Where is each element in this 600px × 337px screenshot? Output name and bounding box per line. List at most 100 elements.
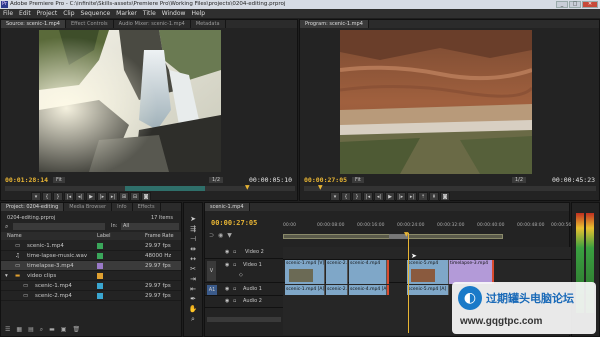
- selection-tool-icon[interactable]: ➤: [190, 215, 196, 223]
- icon-view-icon[interactable]: ▦: [16, 326, 22, 334]
- overwrite-icon[interactable]: ⊟: [130, 192, 140, 201]
- program-playhead-icon[interactable]: ▼: [318, 185, 323, 191]
- menu-project[interactable]: Project: [37, 9, 58, 18]
- step-back-icon[interactable]: ◂|: [75, 192, 85, 201]
- mark-out-bracket-icon[interactable]: }: [53, 192, 63, 201]
- label-swatch[interactable]: [97, 293, 103, 299]
- menu-help[interactable]: Help: [191, 9, 205, 18]
- list-item[interactable]: ▾ ▬ video clips: [1, 271, 181, 281]
- program-step-forward-icon[interactable]: |▸: [396, 192, 406, 201]
- expand-triangle-icon[interactable]: ▾: [5, 271, 8, 281]
- playhead-handle-icon[interactable]: ▼: [404, 232, 409, 238]
- find-icon[interactable]: ⌕: [40, 326, 43, 334]
- snap-icon[interactable]: ⊃: [209, 232, 214, 239]
- track-select-tool-icon[interactable]: ⇶: [190, 225, 196, 233]
- tab-metadata[interactable]: Metadata: [191, 20, 226, 28]
- marker-icon[interactable]: ▼: [227, 232, 232, 239]
- menu-clip[interactable]: Clip: [63, 9, 74, 18]
- tab-sequence[interactable]: scenic-1.mp4: [205, 203, 250, 211]
- slide-tool-icon[interactable]: ⇤: [190, 285, 196, 293]
- eye-icon[interactable]: ◉: [225, 249, 229, 255]
- list-item[interactable]: ▭ scenic-1.mp4 29.97 fps: [1, 241, 181, 251]
- program-video-frame[interactable]: [340, 30, 532, 174]
- speaker-icon[interactable]: ◉: [225, 286, 229, 292]
- timeline-timecode[interactable]: 00:00:27:05: [211, 219, 257, 227]
- go-to-out-icon[interactable]: ▸|: [108, 192, 118, 201]
- in-filter-dropdown[interactable]: All: [121, 223, 179, 230]
- eye-icon[interactable]: ◉: [225, 262, 229, 268]
- source-time-ruler[interactable]: ▼: [5, 185, 295, 191]
- lock-icon[interactable]: ▫: [233, 298, 236, 304]
- program-go-to-out-icon[interactable]: ▸|: [407, 192, 417, 201]
- minimize-button[interactable]: _: [556, 1, 568, 8]
- insert-icon[interactable]: ⊞: [119, 192, 129, 201]
- audio-clip[interactable]: scenic-2.: [326, 285, 348, 295]
- add-marker-icon[interactable]: ◉: [218, 232, 223, 239]
- program-mark-in-icon[interactable]: ▾: [330, 192, 340, 201]
- program-go-to-in-icon[interactable]: |◂: [363, 192, 373, 201]
- track-header-video2[interactable]: ◉ ▫ Video 2: [205, 247, 283, 259]
- slip-tool-icon[interactable]: ⇥: [190, 275, 196, 283]
- extract-icon[interactable]: ⇞: [429, 192, 439, 201]
- automate-icon[interactable]: ▤: [28, 326, 34, 334]
- label-swatch[interactable]: [97, 253, 103, 259]
- list-view-icon[interactable]: ☰: [5, 326, 10, 334]
- column-label[interactable]: Label: [97, 232, 111, 240]
- playhead-line[interactable]: [408, 233, 409, 333]
- tab-effects[interactable]: Effects: [133, 203, 161, 211]
- source-patch-v[interactable]: V: [207, 261, 216, 281]
- close-button[interactable]: ✕: [582, 1, 598, 8]
- timeline-zoom-slider[interactable]: [207, 317, 281, 322]
- program-export-frame-icon[interactable]: ◙: [440, 192, 450, 201]
- tab-effect-controls[interactable]: Effect Controls: [66, 20, 114, 28]
- zoom-tool-icon[interactable]: ⌕: [191, 315, 195, 324]
- column-name[interactable]: Name: [7, 232, 22, 240]
- lift-icon[interactable]: ⇡: [418, 192, 428, 201]
- tab-source[interactable]: Source: scenic-1.mp4: [1, 20, 66, 28]
- new-item-icon[interactable]: ▣: [61, 326, 67, 334]
- tab-program[interactable]: Program: scenic-1.mp4: [300, 20, 369, 28]
- video-clip[interactable]: scenic-2.j: [326, 260, 348, 284]
- speaker-icon[interactable]: ◉: [225, 298, 229, 304]
- timeline-ruler[interactable]: 00:00 00:00:08:00 00:00:16:00 00:00:24:0…: [283, 223, 578, 231]
- keyframe-icon[interactable]: ◇: [239, 272, 243, 278]
- mark-in-icon[interactable]: ▾: [31, 192, 41, 201]
- list-item[interactable]: ♫ time-lapse-music.wav 48000 Hz: [1, 251, 181, 261]
- audio-clip[interactable]: scenic-4.mp4 [A]: [349, 285, 387, 295]
- tab-media-browser[interactable]: Media Browser: [64, 203, 113, 211]
- label-swatch[interactable]: [97, 273, 103, 279]
- menu-window[interactable]: Window: [162, 9, 186, 18]
- list-item[interactable]: ▭ scenic-1.mp4 29.97 fps: [1, 281, 181, 291]
- maximize-button[interactable]: □: [569, 1, 581, 8]
- ripple-edit-tool-icon[interactable]: ⊣: [190, 235, 196, 243]
- list-item[interactable]: ▭ timelapse-3.mp4 29.97 fps: [1, 261, 181, 271]
- list-item[interactable]: ▭ scenic-2.mp4 29.97 fps: [1, 291, 181, 301]
- step-forward-icon[interactable]: |▸: [97, 192, 107, 201]
- menu-sequence[interactable]: Sequence: [81, 9, 111, 18]
- audio-clip[interactable]: scenic-5.mp4 [A]: [407, 285, 449, 295]
- label-swatch[interactable]: [97, 243, 103, 249]
- label-swatch[interactable]: [97, 263, 103, 269]
- source-patch-a1[interactable]: A1: [207, 285, 217, 295]
- new-bin-icon[interactable]: ▬: [49, 326, 55, 334]
- project-search-input[interactable]: [13, 223, 105, 230]
- mark-in-bracket-icon[interactable]: {: [42, 192, 52, 201]
- track-header-audio1[interactable]: A1 ◉ ▫ Audio 1: [205, 284, 283, 296]
- program-play-icon[interactable]: ▶: [385, 192, 395, 201]
- hand-tool-icon[interactable]: ✋: [189, 305, 198, 313]
- program-step-back-icon[interactable]: ◂|: [374, 192, 384, 201]
- video-clip[interactable]: timelapse-3.mp4: [449, 260, 493, 284]
- program-current-timecode[interactable]: 00:00:27:05: [304, 176, 347, 184]
- delete-icon[interactable]: 🗑: [72, 326, 80, 334]
- pen-tool-icon[interactable]: ✒: [190, 295, 196, 303]
- menu-marker[interactable]: Marker: [116, 9, 137, 18]
- menu-edit[interactable]: Edit: [19, 9, 31, 18]
- track-header-video1[interactable]: V ◉ ▫ Video 1 ◇: [205, 259, 283, 283]
- menu-file[interactable]: File: [3, 9, 13, 18]
- go-to-in-icon[interactable]: |◂: [64, 192, 74, 201]
- video-clip[interactable]: scenic-4.mp4: [349, 260, 387, 284]
- search-icon[interactable]: ⌕: [5, 223, 8, 231]
- source-fit-dropdown[interactable]: Fit: [53, 177, 65, 183]
- program-time-ruler[interactable]: ▼: [304, 185, 596, 191]
- lock-icon[interactable]: ▫: [233, 262, 236, 268]
